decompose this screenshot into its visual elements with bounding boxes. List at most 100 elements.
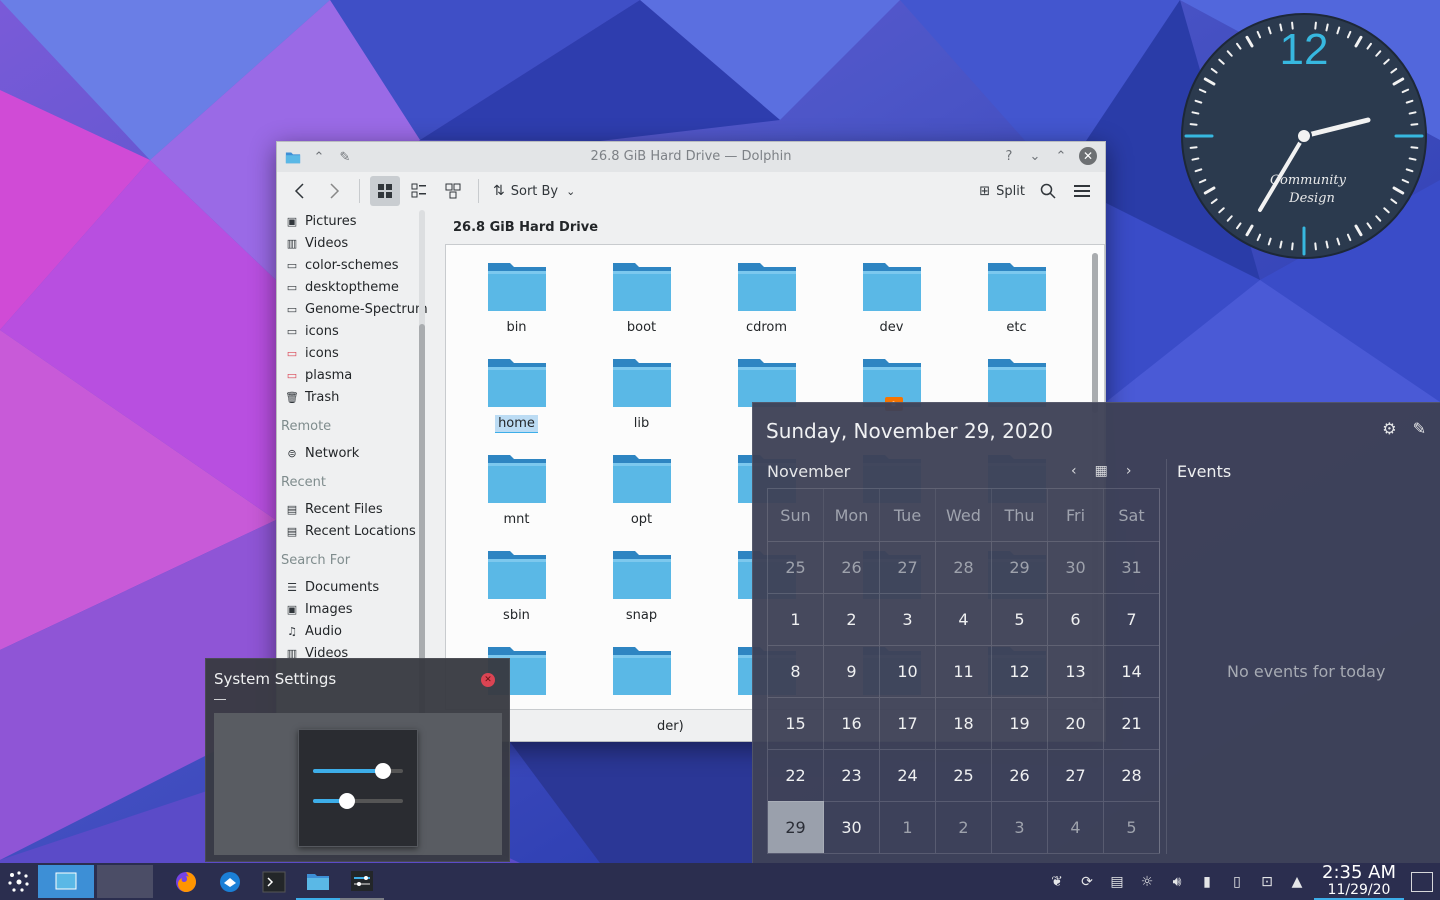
- window-titlebar[interactable]: ⌃ ✎ 26.8 GiB Hard Drive — Dolphin ? ⌄ ⌃ …: [277, 142, 1105, 172]
- calendar-day[interactable]: 28: [936, 541, 992, 593]
- place-item[interactable]: ▥ Videos: [277, 232, 429, 254]
- task-firefox[interactable]: [164, 863, 208, 900]
- calendar-day[interactable]: 24: [880, 749, 936, 801]
- calendar-day[interactable]: 28: [1104, 749, 1160, 801]
- calendar-day[interactable]: 10: [880, 645, 936, 697]
- place-documents[interactable]: ☰ Documents: [277, 576, 429, 598]
- file-item[interactable]: mnt: [454, 451, 579, 547]
- calendar-day[interactable]: 6: [1048, 593, 1104, 645]
- calendar-day[interactable]: 19: [992, 697, 1048, 749]
- pager-desktop-2[interactable]: [97, 865, 153, 898]
- analog-clock-widget[interactable]: 12 Community Design: [1180, 12, 1428, 260]
- calendar-day[interactable]: 27: [880, 541, 936, 593]
- today-calendar-icon[interactable]: ▦: [1095, 463, 1108, 479]
- calendar-day[interactable]: 2: [824, 593, 880, 645]
- task-konsole[interactable]: [252, 863, 296, 900]
- file-item[interactable]: cdrom: [704, 259, 829, 355]
- previous-month-icon[interactable]: ‹: [1071, 463, 1077, 479]
- calendar-day[interactable]: 18: [936, 697, 992, 749]
- calendar-day[interactable]: 15: [768, 697, 824, 749]
- next-month-icon[interactable]: ›: [1126, 463, 1132, 479]
- kde-connect-icon[interactable]: ❦: [1042, 863, 1072, 900]
- digital-clock[interactable]: 2:35 AM 11/29/20: [1314, 863, 1404, 900]
- place-recent-locations[interactable]: ▤ Recent Locations: [277, 520, 429, 542]
- calendar-day[interactable]: 5: [992, 593, 1048, 645]
- place-images[interactable]: ▣ Images: [277, 598, 429, 620]
- network-icon[interactable]: ⊡: [1252, 863, 1282, 900]
- calendar-day[interactable]: 30: [1048, 541, 1104, 593]
- removable-devices-icon[interactable]: ▮: [1192, 863, 1222, 900]
- calendar-day[interactable]: 30: [824, 801, 880, 853]
- sort-by-button[interactable]: ⇅ Sort By ⌄: [489, 176, 579, 206]
- places-scrollbar[interactable]: [419, 210, 425, 730]
- calendar-day[interactable]: 25: [768, 541, 824, 593]
- show-desktop-button[interactable]: [1404, 863, 1440, 900]
- calendar-day[interactable]: 17: [880, 697, 936, 749]
- place-item[interactable]: ▭ desktoptheme: [277, 276, 429, 298]
- calendar-day[interactable]: 21: [1104, 697, 1160, 749]
- task-dolphin[interactable]: [296, 863, 340, 900]
- file-item[interactable]: boot: [579, 259, 704, 355]
- calendar-day[interactable]: 26: [824, 541, 880, 593]
- calendar-day[interactable]: 26: [992, 749, 1048, 801]
- file-item[interactable]: lib: [579, 355, 704, 451]
- place-item[interactable]: ▭ Genome-Spectrum: [277, 298, 429, 320]
- forward-button[interactable]: [319, 176, 349, 206]
- place-item[interactable]: ▭ icons: [277, 342, 429, 364]
- hamburger-menu-button[interactable]: [1067, 176, 1097, 206]
- pin-icon[interactable]: ✎: [337, 149, 353, 165]
- tray-expand-icon[interactable]: ▲: [1282, 863, 1312, 900]
- calendar-day[interactable]: 14: [1104, 645, 1160, 697]
- calendar-day[interactable]: 7: [1104, 593, 1160, 645]
- back-button[interactable]: [285, 176, 315, 206]
- calendar-day[interactable]: 31: [1104, 541, 1160, 593]
- calendar-day[interactable]: 23: [824, 749, 880, 801]
- task-preview-system-settings[interactable]: System Settings ✕: [205, 658, 510, 862]
- calendar-day[interactable]: 20: [1048, 697, 1104, 749]
- night-color-icon[interactable]: ☼: [1132, 863, 1162, 900]
- help-icon[interactable]: ?: [1001, 148, 1017, 164]
- calendar-day[interactable]: 11: [936, 645, 992, 697]
- close-icon[interactable]: ✕: [1079, 147, 1097, 165]
- place-item[interactable]: ▭ icons: [277, 320, 429, 342]
- calendar-day[interactable]: 3: [880, 593, 936, 645]
- calendar-day[interactable]: 16: [824, 697, 880, 749]
- minimize-icon[interactable]: ⌄: [1027, 148, 1043, 164]
- file-item[interactable]: bin: [454, 259, 579, 355]
- compact-view-button[interactable]: [404, 176, 434, 206]
- file-item[interactable]: home: [454, 355, 579, 451]
- dolphin-app-icon[interactable]: [285, 149, 301, 165]
- file-item[interactable]: sbin: [454, 547, 579, 643]
- calendar-day[interactable]: 5: [1104, 801, 1160, 853]
- details-view-button[interactable]: [438, 176, 468, 206]
- calendar-day[interactable]: 22: [768, 749, 824, 801]
- pin-icon[interactable]: ✎: [1413, 419, 1426, 438]
- place-item[interactable]: ▭ color-schemes: [277, 254, 429, 276]
- search-button[interactable]: [1033, 176, 1063, 206]
- clipboard-icon[interactable]: ▤: [1102, 863, 1132, 900]
- split-button[interactable]: ⊞ Split: [975, 176, 1029, 206]
- calendar-day-today[interactable]: 29: [768, 801, 824, 853]
- task-system-settings[interactable]: [340, 863, 384, 900]
- place-audio[interactable]: ♫ Audio: [277, 620, 429, 642]
- keep-above-icon[interactable]: ⌃: [311, 149, 327, 165]
- file-item[interactable]: [579, 643, 704, 709]
- place-network[interactable]: ⊜ Network: [277, 442, 429, 464]
- calendar-month-label[interactable]: November: [767, 462, 850, 481]
- icons-view-button[interactable]: [370, 176, 400, 206]
- file-view-scrollbar-thumb[interactable]: [1092, 253, 1098, 413]
- digital-clock-calendar-popup[interactable]: Sunday, November 29, 2020 ⚙ ✎ November ‹…: [752, 402, 1440, 863]
- application-launcher-button[interactable]: [0, 863, 38, 900]
- pager-desktop-1[interactable]: [38, 865, 94, 898]
- calendar-day[interactable]: 2: [936, 801, 992, 853]
- file-item[interactable]: opt: [579, 451, 704, 547]
- place-recent-files[interactable]: ▤ Recent Files: [277, 498, 429, 520]
- place-item[interactable]: ▣ Pictures: [277, 210, 429, 232]
- file-item[interactable]: dev: [829, 259, 954, 355]
- configure-icon[interactable]: ⚙: [1382, 419, 1396, 438]
- calendar-day[interactable]: 3: [992, 801, 1048, 853]
- calendar-day[interactable]: 12: [992, 645, 1048, 697]
- file-item[interactable]: snap: [579, 547, 704, 643]
- calendar-day[interactable]: 4: [936, 593, 992, 645]
- calendar-day[interactable]: 25: [936, 749, 992, 801]
